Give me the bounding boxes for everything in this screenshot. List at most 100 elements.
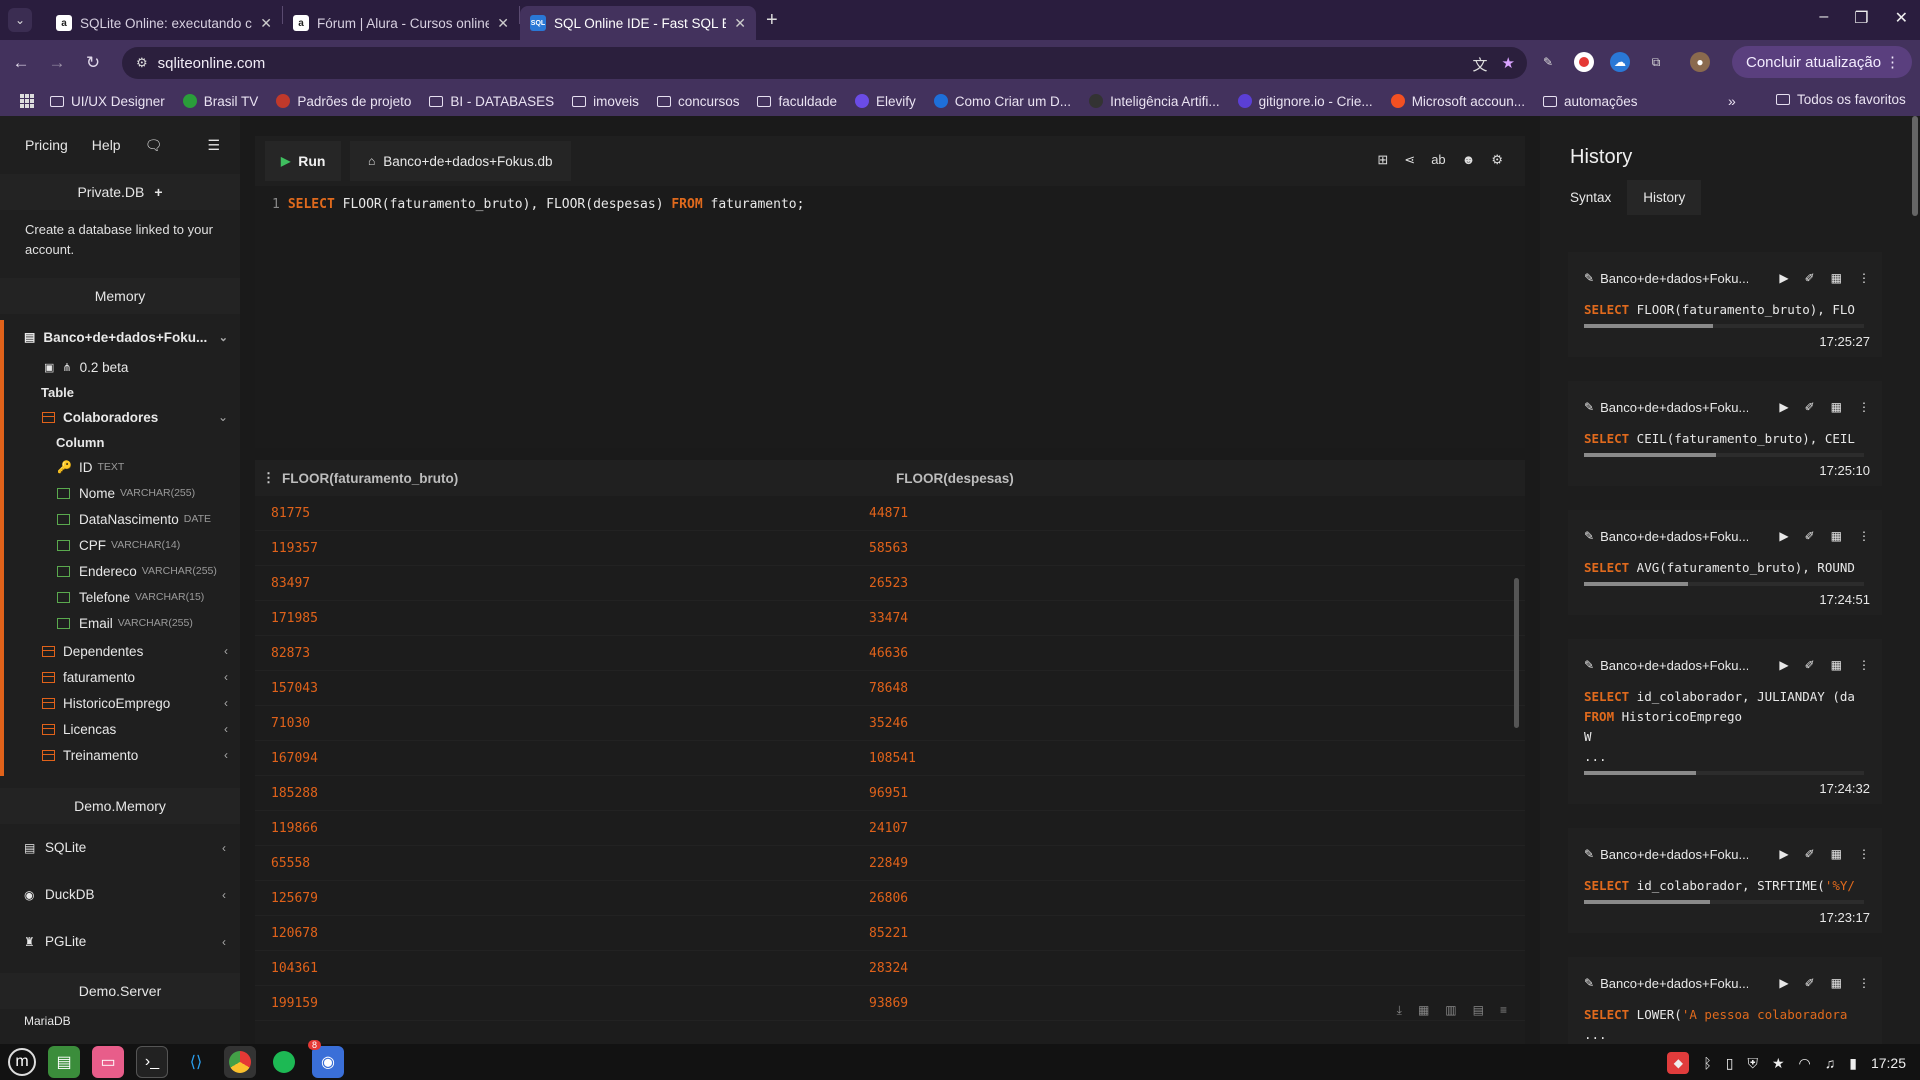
clock[interactable]: 17:25 (1871, 1055, 1906, 1071)
bookmark-item[interactable]: UI/UX Designer (50, 94, 165, 109)
update-browser-button[interactable]: Concluir atualização ⋮ (1732, 46, 1912, 78)
column-item[interactable]: CPF VARCHAR(14) (4, 532, 240, 558)
files-app-icon[interactable]: ▭ (92, 1046, 124, 1078)
column-item[interactable]: Telefone VARCHAR(15) (4, 584, 240, 610)
cell-faturamento[interactable]: 171985 (255, 611, 869, 626)
spotify-app-icon[interactable] (268, 1046, 300, 1078)
grid-icon[interactable]: ▦ (1831, 271, 1842, 285)
demo-db-mariadb[interactable]: MariaDB (0, 1009, 240, 1033)
chart-view-icon[interactable]: ▥ (1445, 1003, 1456, 1018)
tab-syntax[interactable]: Syntax (1570, 190, 1611, 205)
history-scrollbar[interactable] (1912, 116, 1918, 216)
grid-icon[interactable]: ▦ (1831, 976, 1842, 990)
chevron-down-icon[interactable]: ⌄ (219, 331, 228, 344)
pencil-icon[interactable]: ✎ (1584, 529, 1594, 543)
edit-icon[interactable]: ✐ (1805, 658, 1815, 672)
minimize-button[interactable]: – (1819, 8, 1828, 28)
edit-icon[interactable]: ✐ (1805, 847, 1815, 861)
cell-faturamento[interactable]: 82873 (255, 646, 869, 661)
history-item[interactable]: ✎ Banco+de+dados+Foku... ▶ ✐ ▦ ⋮ SELECT LOWER(… (1568, 957, 1882, 1044)
grid-icon[interactable]: ▦ (1831, 529, 1842, 543)
cell-despesas[interactable]: 35246 (869, 716, 908, 731)
column-item[interactable]: 🔑 ID TEXT (4, 454, 240, 480)
maximize-button[interactable]: ❐ (1854, 8, 1868, 28)
more-icon[interactable]: ⋮ (1858, 658, 1870, 672)
shield-icon[interactable]: ⛨ (1747, 1055, 1758, 1072)
add-icon[interactable]: + (154, 184, 162, 200)
table-row[interactable]: 82873 46636 (255, 636, 1525, 671)
chevron-left-icon[interactable]: ‹ (224, 748, 228, 762)
column-item[interactable]: Endereco VARCHAR(255) (4, 558, 240, 584)
close-tab-icon[interactable]: ✕ (734, 15, 746, 32)
tab-search-button[interactable]: ⌄ (8, 8, 32, 32)
play-icon[interactable]: ▶ (1779, 400, 1788, 414)
more-icon[interactable]: ⋮ (1858, 400, 1870, 414)
table-row[interactable]: 104361 28324 (255, 951, 1525, 986)
close-window-button[interactable]: ✕ (1895, 8, 1908, 28)
document-icon[interactable]: ▤ (1473, 1003, 1484, 1018)
cell-despesas[interactable]: 28324 (869, 961, 908, 976)
cell-faturamento[interactable]: 104361 (255, 961, 869, 976)
chevron-down-icon[interactable]: ⌄ (218, 410, 228, 424)
schema-icon[interactable]: ⋔ (62, 361, 71, 374)
edit-icon[interactable]: ✐ (1805, 400, 1815, 414)
pencil-icon[interactable]: ✎ (1584, 400, 1594, 414)
cell-faturamento[interactable]: 167094 (255, 751, 869, 766)
cell-faturamento[interactable]: 119357 (255, 541, 869, 556)
bookmark-item[interactable]: gitignore.io - Crie... (1237, 94, 1373, 109)
screenshot-app-icon[interactable]: ◉ 8 (308, 1040, 344, 1078)
bookmark-item[interactable]: automações (1542, 94, 1638, 109)
all-bookmarks-button[interactable]: Todos os favoritos (1776, 92, 1906, 107)
chevron-left-icon[interactable]: ‹ (222, 935, 226, 949)
cell-despesas[interactable]: 78648 (869, 681, 908, 696)
table-row[interactable]: 119357 58563 (255, 531, 1525, 566)
more-icon[interactable]: ⋮ (1858, 976, 1870, 990)
bookmark-item[interactable]: Como Criar um D... (933, 94, 1071, 109)
bookmark-item[interactable]: BI - DATABASES (429, 94, 554, 109)
menu-dots-icon[interactable]: ⋮ (1885, 53, 1900, 71)
demo-db-item[interactable]: ♜ PGLite ‹ (0, 918, 240, 965)
chevron-left-icon[interactable]: ‹ (224, 722, 228, 736)
play-icon[interactable]: ▶ (1779, 847, 1788, 861)
sql-editor[interactable]: 1 SELECT FLOOR(faturamento_bruto), FLOOR(… (255, 186, 1525, 448)
chevron-left-icon[interactable]: ‹ (224, 696, 228, 710)
edit-icon[interactable]: ✐ (1805, 271, 1815, 285)
bookmark-item[interactable]: imoveis (572, 94, 639, 109)
add-tab-icon[interactable]: ⊞ (1377, 152, 1388, 168)
pencil-icon[interactable]: ✎ (1584, 976, 1594, 990)
cell-despesas[interactable]: 93869 (869, 996, 908, 1011)
cell-faturamento[interactable]: 65558 (255, 856, 869, 871)
database-stack-icon[interactable]: ☰ (207, 137, 220, 154)
edit-icon[interactable]: ✐ (1805, 529, 1815, 543)
pencil-icon[interactable]: ✎ (1584, 271, 1594, 285)
column-item[interactable]: Email VARCHAR(255) (4, 610, 240, 636)
more-icon[interactable]: ⋮ (1858, 529, 1870, 543)
header-col-2[interactable]: FLOOR(despesas) (896, 471, 1014, 486)
cell-despesas[interactable]: 22849 (869, 856, 908, 871)
play-icon[interactable]: ▶ (1779, 529, 1788, 543)
bookmark-item[interactable]: Inteligência Artifi... (1089, 94, 1220, 109)
demo-db-item[interactable]: ◉ DuckDB ‹ (0, 871, 240, 918)
profile-avatar[interactable]: ● (1690, 52, 1710, 72)
star-icon[interactable]: ★ (1772, 1055, 1785, 1072)
close-tab-icon[interactable]: ✕ (497, 15, 509, 32)
cell-faturamento[interactable]: 120678 (255, 926, 869, 941)
bluetooth-icon[interactable]: ᛒ (1703, 1055, 1711, 1071)
browser-tab[interactable]: a Fórum | Alura - Cursos online ✕ (283, 6, 519, 40)
clipboard-icon[interactable]: ▯ (1726, 1055, 1734, 1072)
cell-faturamento[interactable]: 119866 (255, 821, 869, 836)
site-info-icon[interactable]: ⚙ (136, 55, 148, 71)
bookmark-item[interactable]: faculdade (757, 94, 837, 109)
column-item[interactable]: Nome VARCHAR(255) (4, 480, 240, 506)
translate-icon[interactable]: 文 (1473, 54, 1488, 75)
db-file-tab[interactable]: ⌂ Banco+de+dados+Fokus.db (350, 141, 571, 181)
cell-despesas[interactable]: 24107 (869, 821, 908, 836)
chevron-left-icon[interactable]: ‹ (224, 670, 228, 684)
grid-icon[interactable]: ▦ (1831, 658, 1842, 672)
extensions-puzzle-icon[interactable]: ⧉ (1646, 52, 1666, 72)
music-icon[interactable]: ♫ (1825, 1055, 1836, 1071)
header-col-1[interactable]: FLOOR(faturamento_bruto) (282, 471, 896, 486)
history-item[interactable]: ✎ Banco+de+dados+Foku... ▶ ✐ ▦ ⋮ SELECT FLOOR(… (1568, 252, 1882, 357)
grid-icon[interactable]: ▦ (1831, 400, 1842, 414)
private-db-header[interactable]: Private.DB + (0, 174, 240, 210)
